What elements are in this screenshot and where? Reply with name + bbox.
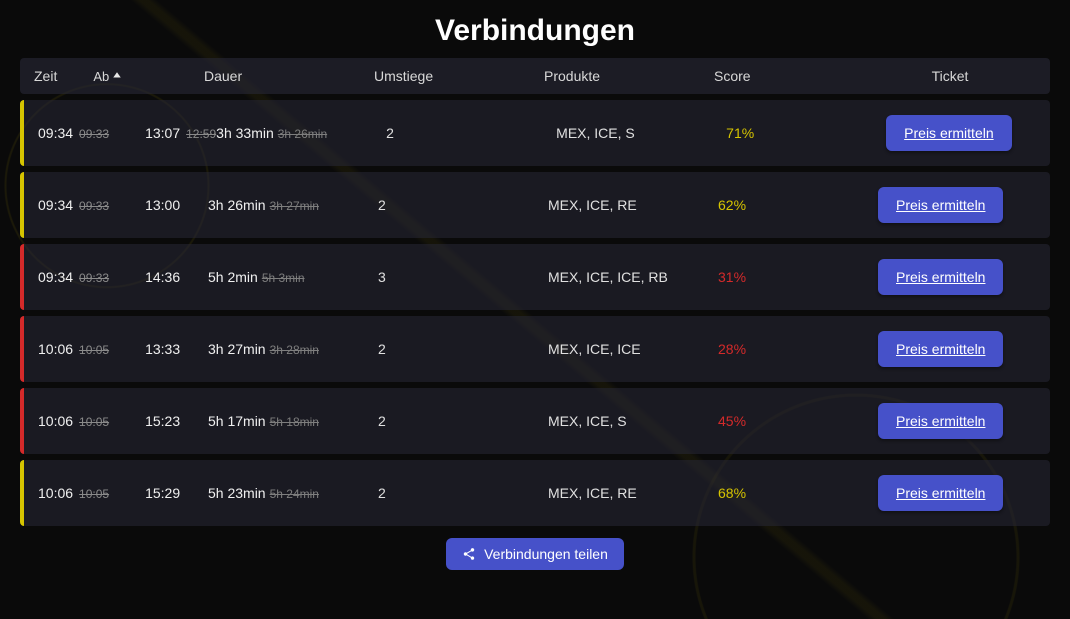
cell-zeit: 09:34 09:33 13:07 12:59	[38, 125, 216, 141]
score-value: 45%	[718, 413, 746, 429]
cell-dauer: 3h 27min 3h 28min	[208, 341, 378, 357]
arrival-time: 15:29	[145, 485, 180, 501]
cell-umstiege: 2	[378, 341, 548, 357]
cell-produkte: MEX, ICE, S	[548, 413, 718, 429]
cell-umstiege: 2	[386, 125, 556, 141]
duration-old: 3h 27min	[270, 199, 319, 213]
duration: 3h 27min	[208, 341, 266, 357]
arrival-time: 13:07	[145, 125, 180, 141]
table-row[interactable]: 09:34 09:33 14:36 5h 2min 5h 3min 3MEX, ICE, …	[20, 244, 1050, 310]
departure-time: 09:34	[38, 197, 73, 213]
cell-produkte: MEX, ICE, RE	[548, 197, 718, 213]
header-ab-sort[interactable]: Ab	[93, 69, 123, 84]
cell-score: 28%	[718, 341, 868, 357]
cell-umstiege: 2	[378, 413, 548, 429]
score-value: 28%	[718, 341, 746, 357]
cell-ticket: Preis ermitteln	[868, 475, 1036, 511]
duration: 5h 2min	[208, 269, 258, 285]
departure-time: 10:06	[38, 341, 73, 357]
cell-ticket: Preis ermitteln	[868, 187, 1036, 223]
score-value: 62%	[718, 197, 746, 213]
score-value: 31%	[718, 269, 746, 285]
cell-umstiege: 3	[378, 269, 548, 285]
cell-dauer: 3h 26min 3h 27min	[208, 197, 378, 213]
cell-zeit: 10:06 10:05 13:33	[38, 341, 208, 357]
price-button[interactable]: Preis ermitteln	[878, 475, 1003, 511]
departure-time-old: 10:05	[79, 343, 109, 357]
price-button[interactable]: Preis ermitteln	[878, 259, 1003, 295]
table-row[interactable]: 10:06 10:05 15:23 5h 17min 5h 18min 2MEX, ICE…	[20, 388, 1050, 454]
sort-asc-icon	[111, 70, 123, 82]
table-header-row: Zeit Ab Dauer Umstiege Produkte Score Ti…	[20, 58, 1050, 94]
cell-zeit: 10:06 10:05 15:23	[38, 413, 208, 429]
table-row[interactable]: 10:06 10:05 13:33 3h 27min 3h 28min 2MEX, ICE…	[20, 316, 1050, 382]
cell-umstiege: 2	[378, 197, 548, 213]
departure-time: 10:06	[38, 413, 73, 429]
arrival-time: 14:36	[145, 269, 180, 285]
cell-produkte: MEX, ICE, ICE	[548, 341, 718, 357]
cell-dauer: 5h 17min 5h 18min	[208, 413, 378, 429]
score-value: 71%	[726, 125, 754, 141]
duration-old: 5h 24min	[270, 487, 319, 501]
arrival-time: 15:23	[145, 413, 180, 429]
cell-produkte: MEX, ICE, ICE, RB	[548, 269, 718, 285]
price-button[interactable]: Preis ermitteln	[886, 115, 1011, 151]
departure-time-old: 10:05	[79, 415, 109, 429]
cell-dauer: 5h 2min 5h 3min	[208, 269, 378, 285]
duration: 5h 17min	[208, 413, 266, 429]
header-dauer[interactable]: Dauer	[204, 68, 374, 84]
share-button-label: Verbindungen teilen	[484, 546, 608, 562]
departure-time: 09:34	[38, 125, 73, 141]
duration-old: 3h 28min	[270, 343, 319, 357]
cell-ticket: Preis ermitteln	[868, 259, 1036, 295]
header-ab-label: Ab	[93, 69, 109, 84]
departure-time-old: 09:33	[79, 271, 109, 285]
arrival-time: 13:33	[145, 341, 180, 357]
share-icon	[462, 547, 476, 561]
cell-zeit: 10:06 10:05 15:29	[38, 485, 208, 501]
cell-ticket: Preis ermitteln	[868, 331, 1036, 367]
cell-umstiege: 2	[378, 485, 548, 501]
duration: 3h 33min	[216, 125, 274, 141]
cell-zeit: 09:34 09:33 14:36	[38, 269, 208, 285]
departure-time: 09:34	[38, 269, 73, 285]
page-title: Verbindungen	[20, 0, 1050, 58]
cell-dauer: 3h 33min 3h 26min	[216, 125, 386, 141]
table-row[interactable]: 10:06 10:05 15:29 5h 23min 5h 24min 2MEX, ICE…	[20, 460, 1050, 526]
cell-score: 68%	[718, 485, 868, 501]
cell-produkte: MEX, ICE, S	[556, 125, 726, 141]
departure-time-old: 09:33	[79, 199, 109, 213]
arrival-time-old: 12:59	[186, 127, 216, 141]
score-value: 68%	[718, 485, 746, 501]
cell-produkte: MEX, ICE, RE	[548, 485, 718, 501]
header-score[interactable]: Score	[714, 68, 864, 84]
departure-time: 10:06	[38, 485, 73, 501]
cell-score: 71%	[726, 125, 876, 141]
table-row[interactable]: 09:34 09:33 13:00 3h 26min 3h 27min 2MEX, ICE…	[20, 172, 1050, 238]
departure-time-old: 10:05	[79, 487, 109, 501]
cell-score: 45%	[718, 413, 868, 429]
table-row[interactable]: 09:34 09:33 13:07 12:593h 33min 3h 26min 2MEX…	[20, 100, 1050, 166]
cell-ticket: Preis ermitteln	[876, 115, 1036, 151]
duration-old: 3h 26min	[278, 127, 327, 141]
cell-dauer: 5h 23min 5h 24min	[208, 485, 378, 501]
price-button[interactable]: Preis ermitteln	[878, 331, 1003, 367]
cell-ticket: Preis ermitteln	[868, 403, 1036, 439]
header-ticket: Ticket	[864, 68, 1036, 84]
price-button[interactable]: Preis ermitteln	[878, 403, 1003, 439]
duration-old: 5h 3min	[262, 271, 305, 285]
header-umstiege[interactable]: Umstiege	[374, 68, 544, 84]
duration-old: 5h 18min	[270, 415, 319, 429]
header-produkte[interactable]: Produkte	[544, 68, 714, 84]
arrival-time: 13:00	[145, 197, 180, 213]
share-connections-button[interactable]: Verbindungen teilen	[446, 538, 624, 570]
price-button[interactable]: Preis ermitteln	[878, 187, 1003, 223]
cell-score: 62%	[718, 197, 868, 213]
cell-score: 31%	[718, 269, 868, 285]
header-zeit[interactable]: Zeit	[34, 68, 57, 84]
duration: 5h 23min	[208, 485, 266, 501]
departure-time-old: 09:33	[79, 127, 109, 141]
cell-zeit: 09:34 09:33 13:00	[38, 197, 208, 213]
duration: 3h 26min	[208, 197, 266, 213]
